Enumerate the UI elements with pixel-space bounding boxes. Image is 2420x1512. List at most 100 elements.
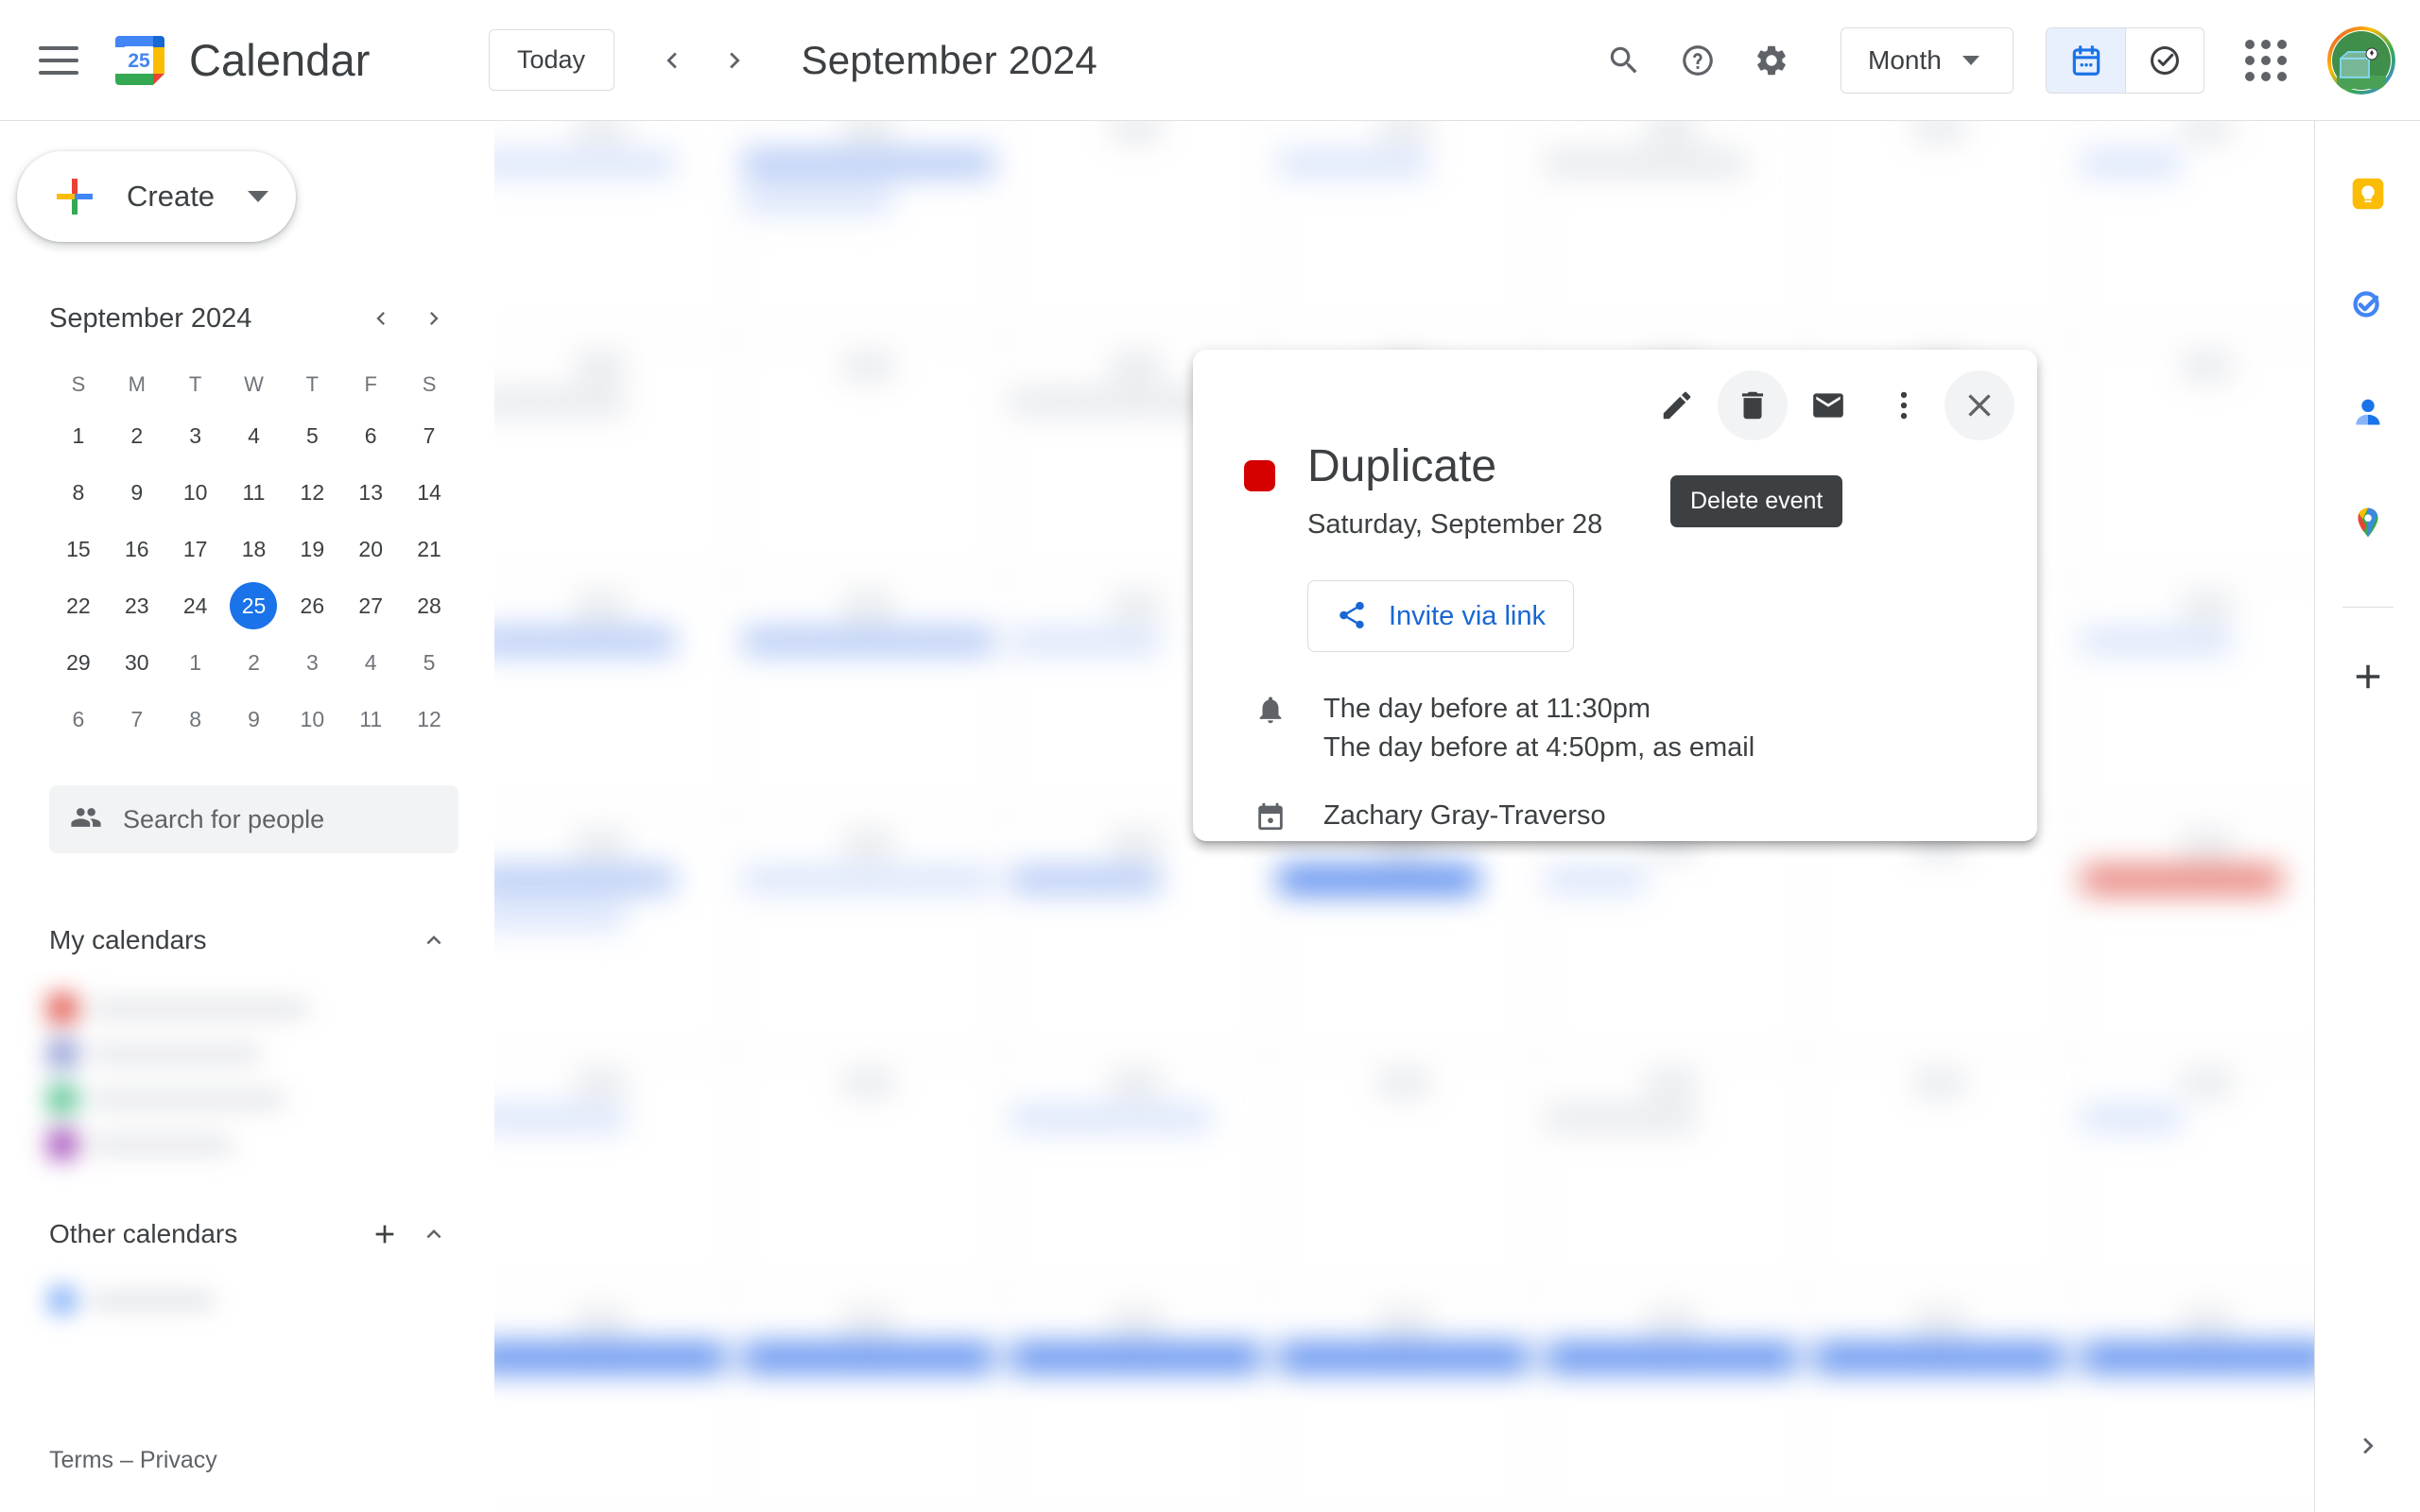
mini-calendar-day[interactable]: 12 bbox=[400, 693, 458, 746]
mini-calendar-day[interactable]: 4 bbox=[225, 409, 284, 462]
mini-calendar-day[interactable]: 9 bbox=[225, 693, 284, 746]
mini-calendar-prev-icon[interactable] bbox=[356, 294, 406, 343]
mini-calendar-day[interactable]: 5 bbox=[283, 409, 341, 462]
mini-calendar-day[interactable]: 8 bbox=[166, 693, 225, 746]
footer-links[interactable]: Terms – Privacy bbox=[49, 1447, 217, 1474]
search-icon[interactable] bbox=[1587, 24, 1661, 97]
mini-calendar-day[interactable]: 11 bbox=[341, 693, 400, 746]
calendar-day-cell[interactable] bbox=[735, 577, 1003, 816]
mini-calendar-day[interactable]: 19 bbox=[283, 523, 341, 576]
calendar-day-cell[interactable] bbox=[735, 121, 1003, 338]
calendar-day-cell[interactable] bbox=[1003, 1055, 1270, 1294]
list-item[interactable] bbox=[43, 986, 384, 1031]
calendar-day-cell[interactable] bbox=[1003, 121, 1270, 338]
calendar-day-cell[interactable] bbox=[494, 338, 735, 577]
calendar-day-cell[interactable] bbox=[494, 1055, 735, 1294]
calendar-day-cell[interactable] bbox=[2074, 1294, 2314, 1512]
calendar-day-cell[interactable] bbox=[735, 1294, 1003, 1512]
keep-icon[interactable] bbox=[2331, 157, 2405, 231]
my-calendars-list[interactable] bbox=[43, 986, 384, 1170]
brand-logo[interactable]: 25 Calendar bbox=[113, 34, 371, 87]
chevron-left-icon[interactable] bbox=[641, 29, 703, 92]
calendar-day-cell[interactable] bbox=[1806, 121, 2074, 338]
mini-calendar-day[interactable]: 17 bbox=[166, 523, 225, 576]
mini-calendar-day[interactable]: 7 bbox=[108, 693, 166, 746]
mini-calendar-day[interactable]: 6 bbox=[49, 693, 108, 746]
calendar-day-cell[interactable] bbox=[2074, 339, 2314, 577]
mini-calendar-next-icon[interactable] bbox=[409, 294, 458, 343]
other-calendars-section-header[interactable]: Other calendars bbox=[49, 1206, 458, 1263]
hamburger-icon[interactable] bbox=[21, 23, 96, 98]
mini-calendar-day[interactable]: 9 bbox=[108, 466, 166, 519]
close-icon[interactable] bbox=[1945, 370, 2014, 440]
calendar-day-cell[interactable] bbox=[735, 816, 1003, 1055]
mini-calendar-day[interactable]: 11 bbox=[225, 466, 284, 519]
trash-icon[interactable] bbox=[1718, 370, 1788, 440]
mini-calendar-day[interactable]: 22 bbox=[49, 579, 108, 632]
mini-calendar-day[interactable]: 14 bbox=[400, 466, 458, 519]
calendar-day-cell[interactable] bbox=[494, 1294, 735, 1512]
mini-calendar-day[interactable]: 24 bbox=[166, 579, 225, 632]
toggle-calendar-view[interactable] bbox=[2047, 28, 2125, 93]
calendar-day-cell[interactable] bbox=[1270, 1294, 1539, 1512]
search-for-people-input[interactable]: Search for people bbox=[49, 785, 458, 853]
gear-icon[interactable] bbox=[1735, 24, 1808, 97]
mini-calendar-day[interactable]: 1 bbox=[49, 409, 108, 462]
toggle-tasks-view[interactable] bbox=[2125, 28, 2204, 93]
calendar-day-cell[interactable] bbox=[494, 816, 735, 1055]
mini-calendar-day[interactable]: 5 bbox=[400, 636, 458, 689]
mini-calendar-day[interactable]: 23 bbox=[108, 579, 166, 632]
mini-calendar-day[interactable]: 3 bbox=[283, 636, 341, 689]
calendar-day-cell[interactable] bbox=[1270, 1055, 1539, 1294]
mini-calendar-day[interactable]: 28 bbox=[400, 579, 458, 632]
avatar[interactable] bbox=[2327, 26, 2395, 94]
tasks-icon[interactable] bbox=[2331, 266, 2405, 340]
calendar-day-cell[interactable] bbox=[1806, 1294, 2074, 1512]
mini-calendar-day[interactable]: 30 bbox=[108, 636, 166, 689]
envelope-icon[interactable] bbox=[1793, 370, 1863, 440]
help-icon[interactable] bbox=[1661, 24, 1735, 97]
calendar-day-cell[interactable] bbox=[1538, 1294, 1806, 1512]
mini-calendar-day[interactable]: 13 bbox=[341, 466, 400, 519]
calendar-day-cell[interactable] bbox=[2074, 577, 2314, 816]
mini-calendar-day[interactable]: 18 bbox=[225, 523, 284, 576]
mini-calendar-day[interactable]: 15 bbox=[49, 523, 108, 576]
view-mode-dropdown[interactable]: Month bbox=[1841, 27, 2014, 94]
calendar-day-cell[interactable] bbox=[1538, 121, 1806, 338]
mini-calendar-day[interactable]: 20 bbox=[341, 523, 400, 576]
mini-calendar-day[interactable]: 29 bbox=[49, 636, 108, 689]
apps-grid-icon[interactable] bbox=[2229, 24, 2303, 97]
calendar-day-cell[interactable] bbox=[1003, 816, 1270, 1055]
calendar-day-cell[interactable] bbox=[2074, 816, 2314, 1055]
other-calendars-list[interactable] bbox=[43, 1278, 247, 1323]
calendar-day-cell[interactable] bbox=[1270, 816, 1539, 1055]
other-calendars-collapse-icon[interactable] bbox=[409, 1210, 458, 1259]
calendar-day-cell[interactable] bbox=[1003, 1294, 1270, 1512]
list-item[interactable] bbox=[43, 1122, 384, 1167]
list-item[interactable] bbox=[43, 1076, 384, 1122]
calendar-day-cell[interactable] bbox=[2074, 121, 2314, 338]
calendar-day-cell[interactable] bbox=[735, 338, 1003, 577]
mini-calendar-day[interactable]: 8 bbox=[49, 466, 108, 519]
mini-calendar-day[interactable]: 7 bbox=[400, 409, 458, 462]
calendar-day-cell[interactable] bbox=[1538, 816, 1806, 1055]
calendar-day-cell[interactable] bbox=[2074, 1056, 2314, 1294]
create-button[interactable]: Create bbox=[17, 151, 296, 242]
chevron-right-icon[interactable] bbox=[703, 29, 766, 92]
mini-calendar-day-today[interactable]: 25 bbox=[225, 579, 284, 632]
mini-calendar-day[interactable]: 2 bbox=[225, 636, 284, 689]
maps-icon[interactable] bbox=[2331, 486, 2405, 559]
calendar-day-cell[interactable] bbox=[494, 577, 735, 816]
calendar-day-cell[interactable] bbox=[494, 121, 735, 338]
list-item[interactable] bbox=[43, 1031, 384, 1076]
mini-calendar-day[interactable]: 27 bbox=[341, 579, 400, 632]
calendar-day-cell[interactable] bbox=[735, 1055, 1003, 1294]
mini-calendar-day[interactable]: 4 bbox=[341, 636, 400, 689]
calendar-day-cell[interactable] bbox=[1806, 816, 2074, 1055]
mini-calendar-day[interactable]: 21 bbox=[400, 523, 458, 576]
add-addon-button[interactable] bbox=[2331, 640, 2405, 713]
contacts-icon[interactable] bbox=[2331, 376, 2405, 450]
mini-calendar-day[interactable]: 26 bbox=[283, 579, 341, 632]
list-item[interactable] bbox=[43, 1278, 247, 1323]
calendar-day-cell[interactable] bbox=[1806, 1055, 2074, 1294]
